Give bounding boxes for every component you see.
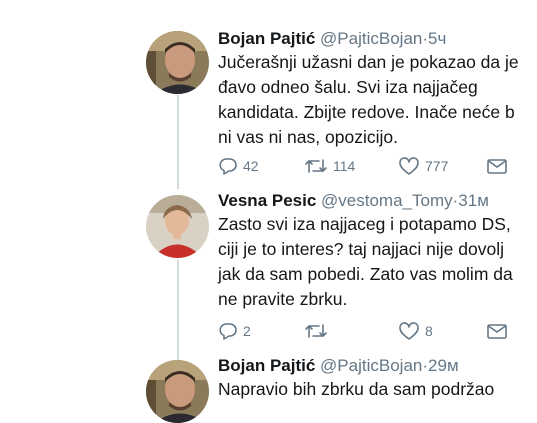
- retweet-icon: [305, 159, 327, 173]
- tweet-header: Bojan Pajtić @PajticBojan·5ч: [218, 28, 446, 50]
- retweet-count: 114: [333, 158, 356, 174]
- like-button[interactable]: 8: [398, 319, 433, 343]
- like-count: 8: [425, 323, 433, 339]
- tweet[interactable]: Vesna Pesic @vestoma_Tomy·31м Zasto svi …: [0, 190, 537, 340]
- retweet-button[interactable]: [304, 319, 333, 343]
- heart-icon: [399, 322, 419, 340]
- timestamp[interactable]: 31м: [458, 191, 489, 210]
- tweet-text-line: ni vas ni nas, opozicijo.: [218, 127, 398, 147]
- tweet-text-line: jak da sam pobedi. Zato vas molim da: [218, 264, 513, 284]
- display-name[interactable]: Bojan Pajtić: [218, 356, 315, 375]
- timestamp[interactable]: 29м: [428, 356, 459, 375]
- tweet-text-line: đavo odneo šalu. Svi iza najjačeg: [218, 77, 478, 97]
- heart-icon: [399, 157, 419, 175]
- tweet-text-line: ciji je to interes? taj najjaci nije dov…: [218, 239, 504, 259]
- tweet-text-line: kandidata. Zbijte redove. Inače neće b: [218, 102, 515, 122]
- tweet-text: Jučerašnji užasni dan je pokazao da je đ…: [218, 50, 519, 150]
- retweet-icon: [305, 324, 327, 338]
- like-button[interactable]: 777: [398, 154, 448, 178]
- dm-button[interactable]: [486, 319, 508, 343]
- display-name[interactable]: Bojan Pajtić: [218, 29, 315, 48]
- reply-count: 2: [243, 323, 251, 339]
- tweet-header: Vesna Pesic @vestoma_Tomy·31м: [218, 190, 489, 212]
- tweet-text-line: Jučerašnji užasni dan je pokazao da je: [218, 52, 519, 72]
- avatar[interactable]: [146, 31, 209, 94]
- tweet-text-line: Napravio bih zbrku da sam podržao: [218, 379, 495, 399]
- tweet-text-line: ne pravite zbrku.: [218, 289, 348, 309]
- tweet-text: Zasto svi iza najjaceg i potapamo DS, ci…: [218, 212, 513, 312]
- timestamp[interactable]: 5ч: [428, 29, 446, 48]
- dm-button[interactable]: [486, 154, 508, 178]
- user-handle[interactable]: @vestoma_Tomy: [321, 191, 453, 210]
- mail-icon: [487, 159, 507, 174]
- reply-icon: [219, 158, 237, 175]
- avatar[interactable]: [146, 360, 209, 423]
- tweet-text-line: Zasto svi iza najjaceg i potapamo DS,: [218, 214, 511, 234]
- reply-button[interactable]: 42: [218, 154, 259, 178]
- display-name[interactable]: Vesna Pesic: [218, 191, 316, 210]
- retweet-button[interactable]: 114: [304, 154, 355, 178]
- like-count: 777: [425, 158, 449, 174]
- user-handle[interactable]: @PajticBojan: [320, 356, 422, 375]
- tweet[interactable]: Bojan Pajtić @PajticBojan·29м Napravio b…: [0, 355, 537, 423]
- tweet-header: Bojan Pajtić @PajticBojan·29м: [218, 355, 459, 377]
- reply-icon: [219, 323, 237, 340]
- mail-icon: [487, 324, 507, 339]
- avatar[interactable]: [146, 195, 209, 258]
- reply-count: 42: [243, 158, 259, 174]
- tweet[interactable]: Bojan Pajtić @PajticBojan·5ч Jučerašnji …: [0, 28, 537, 178]
- user-handle[interactable]: @PajticBojan: [320, 29, 422, 48]
- tweet-text: Napravio bih zbrku da sam podržao: [218, 377, 494, 402]
- reply-button[interactable]: 2: [218, 319, 251, 343]
